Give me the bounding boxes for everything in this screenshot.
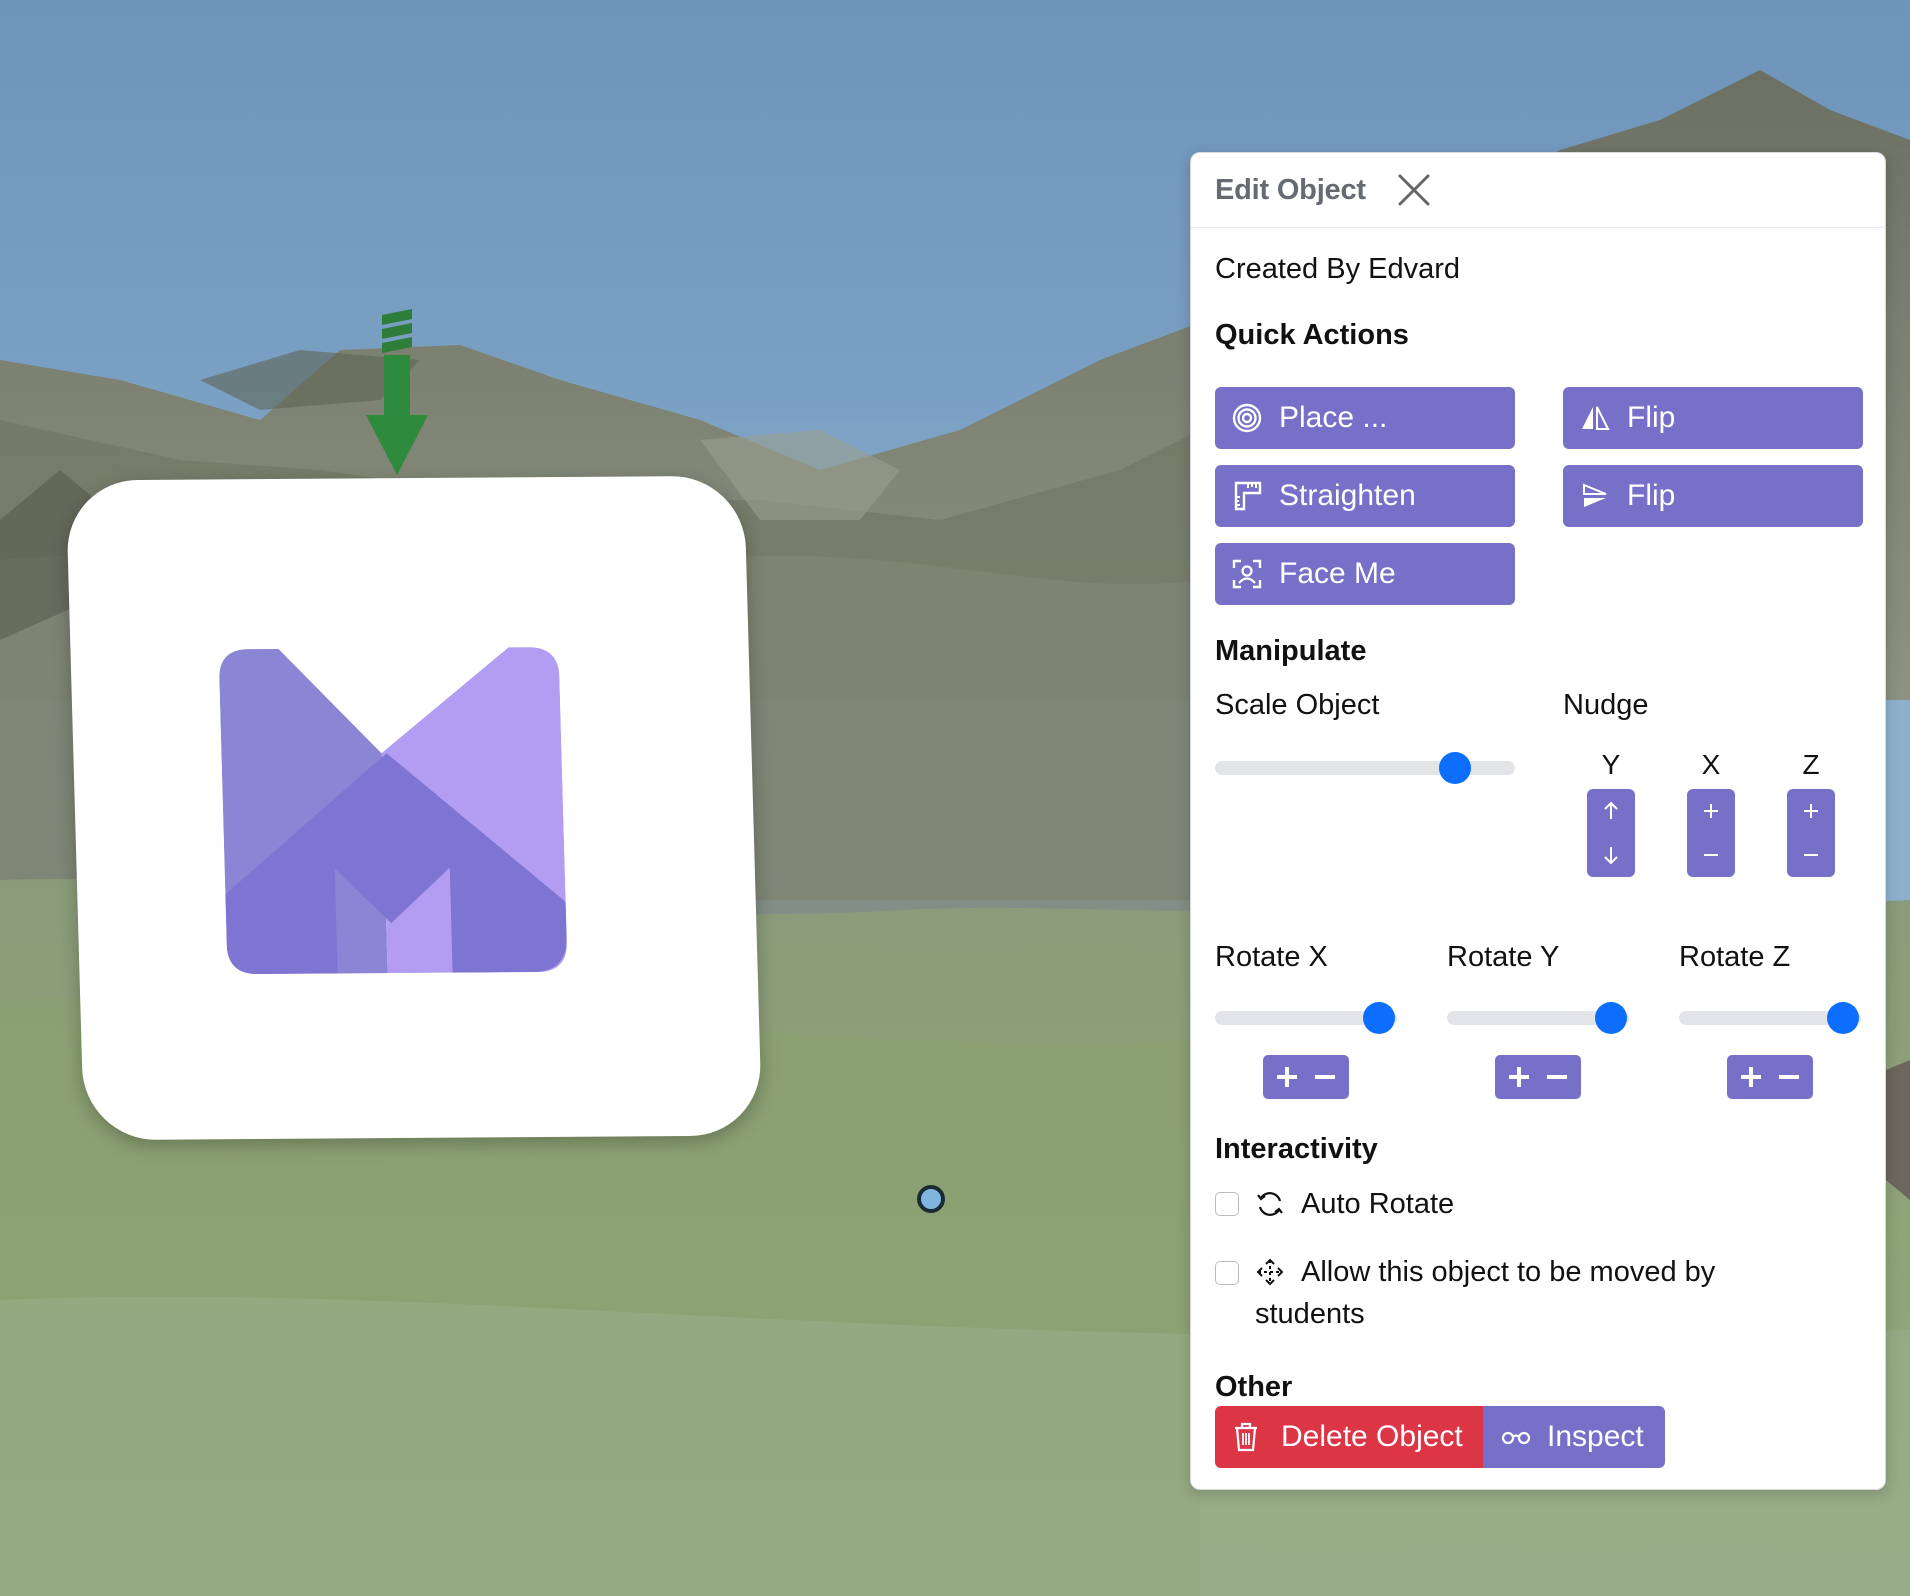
minus-icon — [1804, 854, 1818, 856]
face-me-button-label: Face Me — [1279, 557, 1396, 590]
minus-icon — [1704, 854, 1718, 856]
allow-move-label-line2: students — [1255, 1298, 1365, 1330]
flip-vertical-button[interactable]: Flip — [1563, 465, 1863, 527]
auto-rotate-label: Auto Rotate — [1301, 1188, 1455, 1220]
flip-horizontal-button[interactable]: Flip — [1563, 387, 1863, 449]
place-button[interactable]: Place ... — [1215, 387, 1515, 449]
plus-icon[interactable] — [1274, 1064, 1300, 1090]
nudge-x-minus-button[interactable] — [1687, 833, 1735, 877]
straighten-button-label: Straighten — [1279, 479, 1416, 512]
nudge-axis-x-label: X — [1701, 749, 1721, 780]
rotate-y-stepper[interactable] — [1495, 1055, 1581, 1099]
delete-object-label: Delete Object — [1281, 1420, 1463, 1453]
inspect-button[interactable]: Inspect — [1483, 1406, 1665, 1468]
face-focus-icon — [1231, 558, 1263, 590]
face-me-button[interactable]: Face Me — [1215, 543, 1515, 605]
move-arrows-icon — [1255, 1257, 1285, 1292]
rotate-z-stepper[interactable] — [1727, 1055, 1813, 1099]
close-icon[interactable] — [1396, 172, 1432, 208]
plus-icon — [1704, 804, 1718, 818]
trash-icon — [1233, 1422, 1263, 1452]
refresh-icon — [1255, 1189, 1285, 1224]
created-by-text: Created By Edvard — [1215, 253, 1461, 285]
slider-thumb[interactable] — [1594, 1002, 1627, 1034]
nudge-z-minus-button[interactable] — [1787, 833, 1835, 877]
section-interactivity: Interactivity — [1215, 1133, 1378, 1165]
section-quick-actions: Quick Actions — [1215, 319, 1409, 351]
slider-thumb[interactable] — [1362, 1002, 1395, 1034]
pointer-cursor-dot — [917, 1185, 945, 1213]
plus-icon — [1804, 804, 1818, 818]
target-icon — [1231, 402, 1263, 434]
m-logo-icon — [219, 647, 567, 975]
selected-object-logo-card[interactable] — [65, 475, 763, 1141]
minus-icon[interactable] — [1312, 1064, 1338, 1090]
rotate-z-slider[interactable] — [1679, 1002, 1861, 1034]
panel-title: Edit Object — [1215, 173, 1366, 206]
section-other: Other — [1215, 1371, 1293, 1403]
flip-horizontal-icon — [1579, 402, 1611, 434]
place-button-label: Place ... — [1279, 401, 1388, 434]
flip-vertical-icon — [1579, 480, 1611, 512]
section-manipulate: Manipulate — [1215, 635, 1367, 667]
plus-icon[interactable] — [1738, 1064, 1764, 1090]
minus-icon[interactable] — [1776, 1064, 1802, 1090]
auto-rotate-checkbox[interactable] — [1215, 1192, 1239, 1216]
flip-vertical-label: Flip — [1627, 479, 1676, 512]
scale-object-label: Scale Object — [1215, 689, 1380, 721]
rotate-y-label: Rotate Y — [1447, 941, 1560, 973]
arrow-down-icon — [1604, 847, 1618, 865]
rotate-x-slider[interactable] — [1215, 1002, 1397, 1034]
rotate-x-label: Rotate X — [1215, 941, 1328, 973]
nudge-y-up-button[interactable] — [1587, 789, 1635, 833]
rotate-x-stepper[interactable] — [1263, 1055, 1349, 1099]
edit-object-panel: Edit Object Created By Edvard Quick Acti… — [1190, 152, 1886, 1490]
allow-move-label: Allow this object to be moved by — [1301, 1256, 1716, 1288]
straighten-button[interactable]: Straighten — [1215, 465, 1515, 527]
slider-thumb[interactable] — [1826, 1002, 1859, 1034]
nudge-y-down-button[interactable] — [1587, 833, 1635, 877]
minus-icon[interactable] — [1544, 1064, 1570, 1090]
ruler-icon — [1231, 480, 1263, 512]
plus-icon[interactable] — [1506, 1064, 1532, 1090]
glasses-icon — [1501, 1422, 1531, 1452]
nudge-label: Nudge — [1563, 689, 1649, 721]
slider-thumb[interactable] — [1439, 752, 1471, 784]
nudge-z-plus-button[interactable] — [1787, 789, 1835, 833]
rotate-z-label: Rotate Z — [1679, 941, 1791, 973]
nudge-axis-y-label: Y — [1601, 749, 1621, 780]
nudge-axis-z-label: Z — [1802, 749, 1820, 780]
panel-header: Edit Object — [1191, 153, 1885, 228]
arrow-up-icon — [1604, 801, 1618, 819]
nudge-x-plus-button[interactable] — [1687, 789, 1735, 833]
inspect-label: Inspect — [1547, 1420, 1644, 1453]
flip-horizontal-label: Flip — [1627, 401, 1676, 434]
scale-object-slider[interactable] — [1215, 752, 1515, 784]
allow-move-checkbox[interactable] — [1215, 1261, 1239, 1285]
rotate-y-slider[interactable] — [1447, 1002, 1629, 1034]
delete-object-button[interactable]: Delete Object — [1215, 1406, 1483, 1468]
